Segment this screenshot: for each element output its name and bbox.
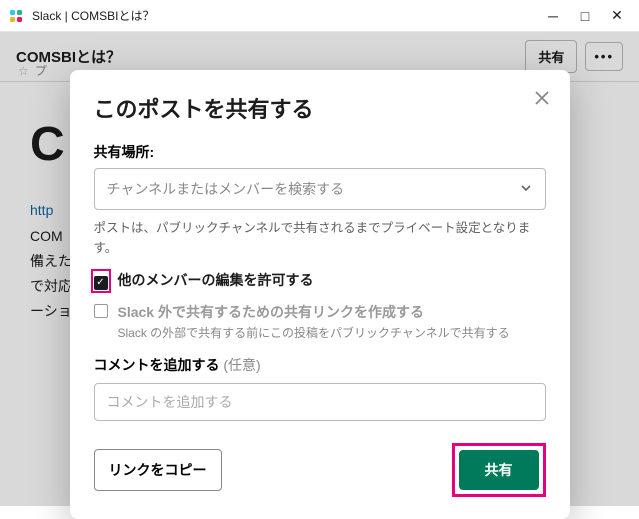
maximize-button[interactable]: □ (579, 10, 591, 22)
external-link-sub: Slack の外部で共有する前にこの投稿をパブリックチャンネルで共有する (118, 324, 546, 341)
share-modal: このポストを共有する 共有場所: チャンネルまたはメンバーを検索する ポストは、… (70, 70, 570, 519)
external-link-row: Slack 外で共有するための共有リンクを作成する (94, 302, 546, 322)
location-label: 共有場所: (94, 142, 546, 162)
window-titlebar: Slack | COMSBIとは？ ─ □ ✕ (0, 0, 639, 32)
allow-edit-row: ✓ 他のメンバーの編集を許可する (94, 270, 546, 290)
copy-link-button[interactable]: リンクをコピー (94, 449, 222, 491)
chevron-down-icon (519, 181, 533, 198)
location-select[interactable]: チャンネルまたはメンバーを検索する (94, 168, 546, 210)
location-hint: ポストは、パブリックチャンネルで共有されるまでプライベート設定となります。 (94, 218, 546, 258)
external-link-checkbox[interactable] (94, 304, 108, 318)
close-icon[interactable] (532, 88, 552, 113)
slack-icon (8, 8, 24, 24)
external-link-label: Slack 外で共有するための共有リンクを作成する (118, 302, 424, 322)
modal-footer: リンクをコピー 共有 (94, 443, 546, 497)
comment-input[interactable] (94, 383, 546, 421)
share-button[interactable]: 共有 (459, 450, 539, 490)
close-window-button[interactable]: ✕ (611, 10, 623, 22)
comment-label: コメントを追加する (任意) (94, 355, 546, 375)
minimize-button[interactable]: ─ (547, 10, 559, 22)
allow-edit-checkbox[interactable]: ✓ (94, 276, 108, 290)
modal-title: このポストを共有する (94, 92, 546, 124)
window-title: Slack | COMSBIとは？ (32, 7, 547, 24)
share-highlight: 共有 (452, 443, 546, 497)
location-placeholder: チャンネルまたはメンバーを検索する (107, 179, 519, 199)
allow-edit-label: 他のメンバーの編集を許可する (118, 270, 314, 290)
